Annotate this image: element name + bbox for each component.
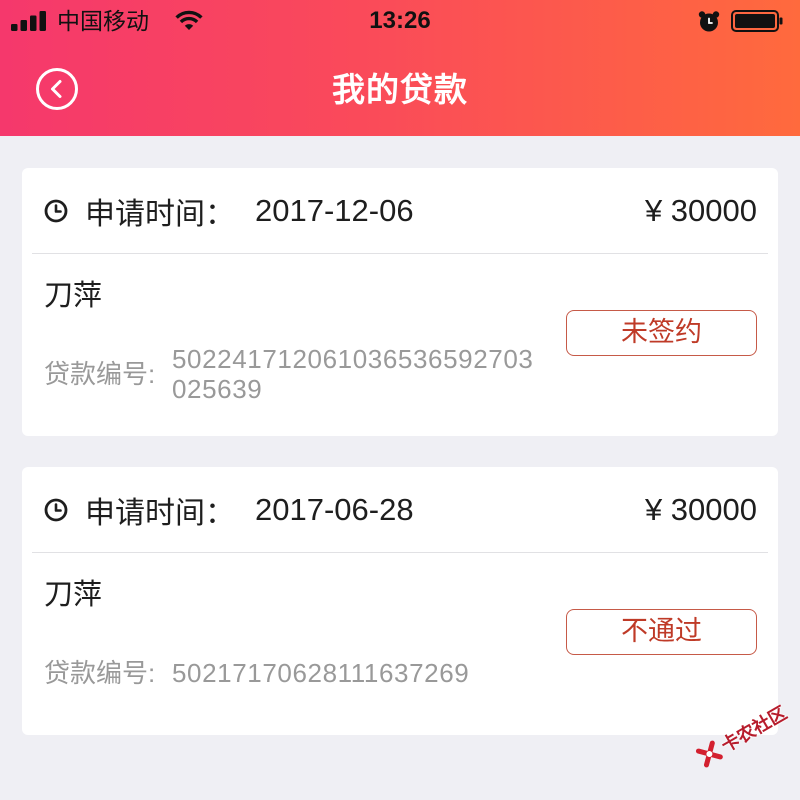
back-button[interactable] <box>35 67 79 111</box>
status-bar: 中国移动 13:26 <box>0 0 800 42</box>
apply-time-label: 申请时间： <box>85 497 235 530</box>
loan-card-header: 申请时间： 2017-06-28 ¥ 30000 <box>22 467 778 553</box>
loan-number-row: 贷款编号: 50217170628111637269 <box>44 658 540 688</box>
loan-status-button[interactable]: 未签约 <box>566 310 757 356</box>
carrier-name: 中国移动 <box>57 8 149 34</box>
loan-number-label: 贷款编号: <box>44 658 156 688</box>
loan-amount: ¥ 30000 <box>644 193 757 228</box>
back-circle-icon <box>36 68 78 110</box>
loan-number-label: 贷款编号: <box>44 359 156 389</box>
loan-number-row: 贷款编号: 502241712061036536592703025639 <box>44 344 540 404</box>
loan-status-button[interactable]: 不通过 <box>566 609 757 655</box>
divider <box>32 552 768 553</box>
wifi-icon <box>175 10 203 30</box>
clock-icon <box>44 498 68 522</box>
clock-icon <box>44 199 68 223</box>
borrower-name: 刀萍 <box>44 579 103 611</box>
loan-card-header: 申请时间： 2017-12-06 ¥ 30000 <box>22 168 778 254</box>
loan-number: 50217170628111637269 <box>172 658 470 688</box>
app-header: 中国移动 13:26 我的贷款 <box>0 0 800 136</box>
battery-icon <box>731 10 783 32</box>
loan-number: 502241712061036536592703025639 <box>172 344 534 404</box>
apply-time-label: 申请时间： <box>85 198 235 231</box>
status-time: 13:26 <box>369 7 431 34</box>
loan-card[interactable]: 申请时间： 2017-06-28 ¥ 30000 刀萍 贷款编号: 502171… <box>22 467 778 735</box>
cellular-signal-icon <box>11 11 46 31</box>
divider <box>32 253 768 254</box>
loan-card[interactable]: 申请时间： 2017-12-06 ¥ 30000 刀萍 贷款编号: 502241… <box>22 168 778 436</box>
page-title: 我的贷款 <box>332 71 468 108</box>
apply-date: 2017-12-06 <box>255 193 414 228</box>
loan-amount: ¥ 30000 <box>644 492 757 527</box>
apply-date: 2017-06-28 <box>255 492 414 527</box>
borrower-name: 刀萍 <box>44 280 103 312</box>
alarm-clock-icon <box>698 11 720 32</box>
